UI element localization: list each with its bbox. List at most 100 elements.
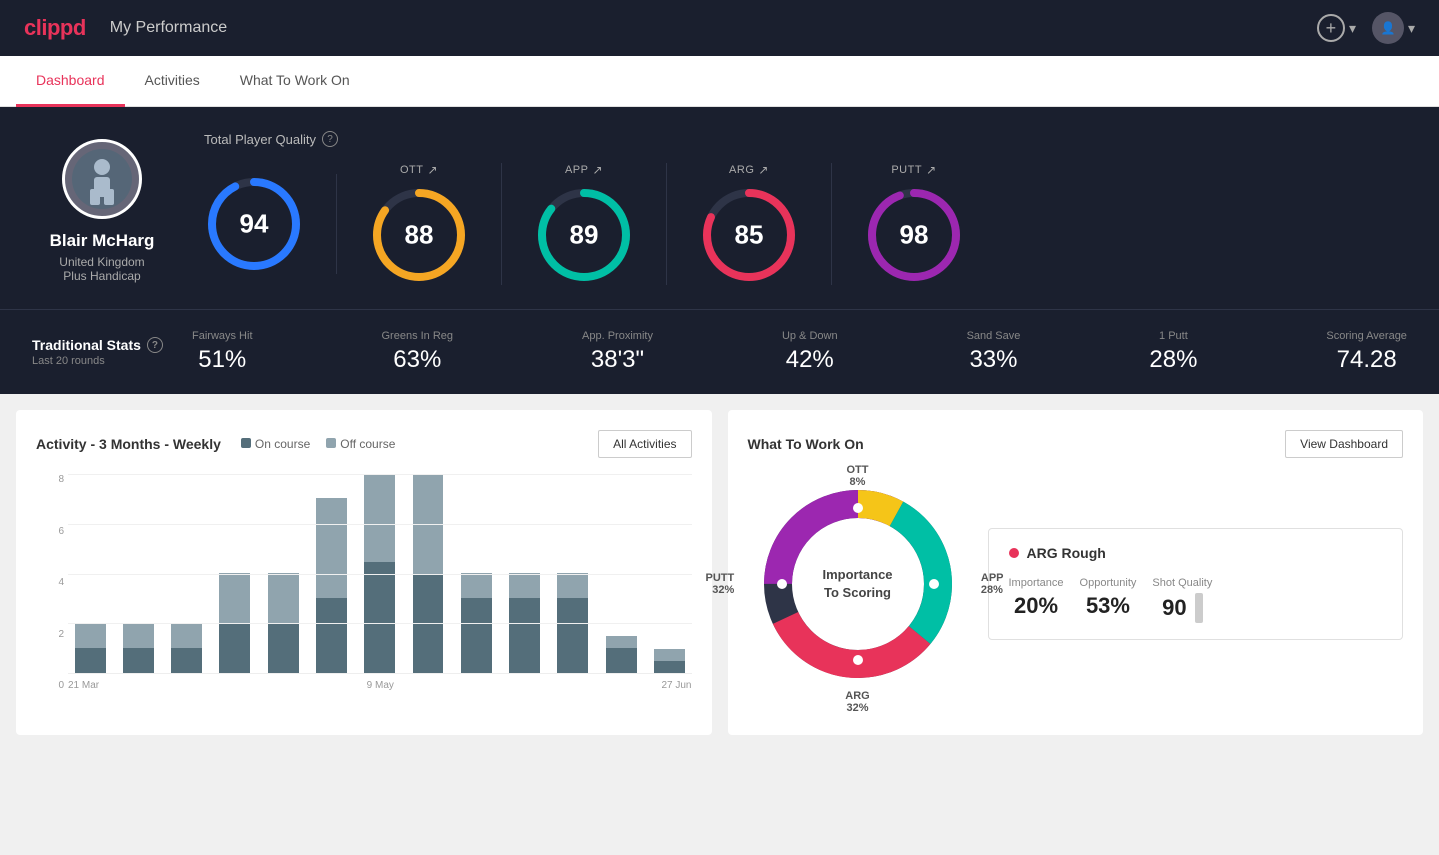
view-dashboard-button[interactable]: View Dashboard [1285, 430, 1403, 458]
total-value: 94 [240, 209, 269, 240]
trad-help-icon[interactable]: ? [147, 337, 163, 353]
stat-fairways: Fairways Hit 51% [192, 330, 253, 374]
circle-putt: 98 [864, 185, 964, 285]
bar-group [309, 474, 353, 673]
player-country: United Kingdom [59, 255, 144, 269]
app-label: APP ↗ [565, 163, 603, 177]
circle-total: 94 [204, 174, 304, 274]
red-dot-icon [1009, 548, 1019, 558]
tab-activities[interactable]: Activities [125, 56, 220, 107]
player-info: Blair McHarg United Kingdom Plus Handica… [32, 131, 172, 283]
work-on-panel-header: What To Work On View Dashboard [748, 430, 1404, 458]
metric-putt: PUTT ↗ 98 [832, 163, 996, 285]
app-donut-label: APP 28% [981, 572, 1004, 596]
plus-icon: + [1317, 14, 1345, 42]
stat-1putt: 1 Putt 28% [1149, 330, 1197, 374]
total-quality-label: Total Player Quality ? [204, 131, 1407, 147]
arg-donut-label: ARG 32% [845, 690, 869, 714]
traditional-stats: Traditional Stats ? Last 20 rounds Fairw… [0, 309, 1439, 394]
player-handicap: Plus Handicap [63, 269, 140, 283]
putt-label: PUTT ↗ [891, 163, 936, 177]
work-on-panel: What To Work On View Dashboard [728, 410, 1424, 735]
x-axis-labels: 21 Mar 9 May 27 Jun [68, 680, 692, 691]
ott-arrow-icon: ↗ [427, 163, 438, 177]
stat-scoring: Scoring Average 74.28 [1326, 330, 1407, 374]
stat-greens: Greens In Reg 63% [382, 330, 454, 374]
y-axis: 8 6 4 2 0 [36, 474, 64, 691]
metric-arg: ARG ↗ 85 [667, 163, 832, 285]
info-metrics: Importance 20% Opportunity 53% Shot Qual… [1009, 577, 1383, 623]
hero-section: Blair McHarg United Kingdom Plus Handica… [0, 107, 1439, 309]
bar-group [599, 474, 643, 673]
app-value: 89 [570, 220, 599, 251]
trad-sublabel: Last 20 rounds [32, 355, 192, 367]
all-activities-button[interactable]: All Activities [598, 430, 691, 458]
donut-section: Importance To Scoring OTT 8% APP 28% ARG… [748, 474, 1404, 694]
player-name: Blair McHarg [50, 231, 155, 251]
bottom-panels: Activity - 3 Months - Weekly On course O… [0, 394, 1439, 751]
donut-center: Importance To Scoring [822, 566, 892, 602]
putt-donut-label: PUTT 32% [706, 572, 735, 596]
stat-sandsave: Sand Save 33% [967, 330, 1021, 374]
circle-arg: 85 [699, 185, 799, 285]
metrics-section: Total Player Quality ? 94 OTT ↗ [204, 131, 1407, 285]
metric-total: 94 [204, 174, 337, 274]
metric-ott: OTT ↗ 88 [337, 163, 502, 285]
chart-legend: On course Off course [241, 437, 396, 451]
bar-group [165, 474, 209, 673]
donut-chart: Importance To Scoring OTT 8% APP 28% ARG… [748, 474, 968, 694]
opportunity-metric: Opportunity 53% [1080, 577, 1137, 623]
logo: clippd [24, 15, 86, 41]
chart-bars [68, 474, 692, 674]
info-card: ARG Rough Importance 20% Opportunity 53%… [988, 528, 1404, 640]
ott-donut-label: OTT 8% [847, 464, 869, 488]
shot-quality-metric: Shot Quality 90 [1152, 577, 1212, 623]
bar-group [261, 474, 305, 673]
circle-ott: 88 [369, 185, 469, 285]
bar-group [502, 474, 546, 673]
tab-dashboard[interactable]: Dashboard [16, 56, 125, 107]
tab-what-to-work-on[interactable]: What To Work On [220, 56, 370, 107]
putt-value: 98 [900, 220, 929, 251]
chevron-icon: ▾ [1349, 20, 1356, 37]
activity-panel: Activity - 3 Months - Weekly On course O… [16, 410, 712, 735]
activity-title: Activity - 3 Months - Weekly [36, 436, 221, 452]
arg-arrow-icon: ↗ [758, 163, 769, 177]
nav-tabs: Dashboard Activities What To Work On [0, 56, 1439, 107]
arg-value: 85 [735, 220, 764, 251]
profile-chevron-icon: ▾ [1408, 20, 1415, 37]
info-card-title: ARG Rough [1009, 545, 1383, 561]
avatar: 👤 [1372, 12, 1404, 44]
profile-button[interactable]: 👤 ▾ [1372, 12, 1415, 44]
ott-label: OTT ↗ [400, 163, 438, 177]
bar-group [68, 474, 112, 673]
stat-updown: Up & Down 42% [782, 330, 838, 374]
metrics-row: 94 OTT ↗ 88 APP [204, 163, 1407, 285]
ott-value: 88 [405, 220, 434, 251]
header-right: + ▾ 👤 ▾ [1317, 12, 1415, 44]
activity-panel-header: Activity - 3 Months - Weekly On course O… [36, 430, 692, 458]
player-avatar [62, 139, 142, 219]
stat-proximity: App. Proximity 38'3" [582, 330, 653, 374]
circle-app: 89 [534, 185, 634, 285]
bar-group [454, 474, 498, 673]
bar-group [358, 474, 402, 673]
work-on-title: What To Work On [748, 436, 864, 452]
putt-arrow-icon: ↗ [926, 163, 937, 177]
shot-quality-bar [1195, 593, 1203, 623]
header-left: clippd My Performance [24, 15, 227, 41]
logo-text: clippd [24, 15, 86, 41]
add-button[interactable]: + ▾ [1317, 14, 1356, 42]
header: clippd My Performance + ▾ 👤 ▾ [0, 0, 1439, 56]
metric-app: APP ↗ 89 [502, 163, 667, 285]
app-arrow-icon: ↗ [592, 163, 603, 177]
trad-stats-row: Fairways Hit 51% Greens In Reg 63% App. … [192, 330, 1407, 374]
bar-group [551, 474, 595, 673]
help-icon[interactable]: ? [322, 131, 338, 147]
trad-label-section: Traditional Stats ? Last 20 rounds [32, 337, 192, 367]
bar-group [116, 474, 160, 673]
bar-group [213, 474, 257, 673]
trad-label: Traditional Stats ? [32, 337, 192, 353]
bar-group [647, 474, 691, 673]
importance-metric: Importance 20% [1009, 577, 1064, 623]
